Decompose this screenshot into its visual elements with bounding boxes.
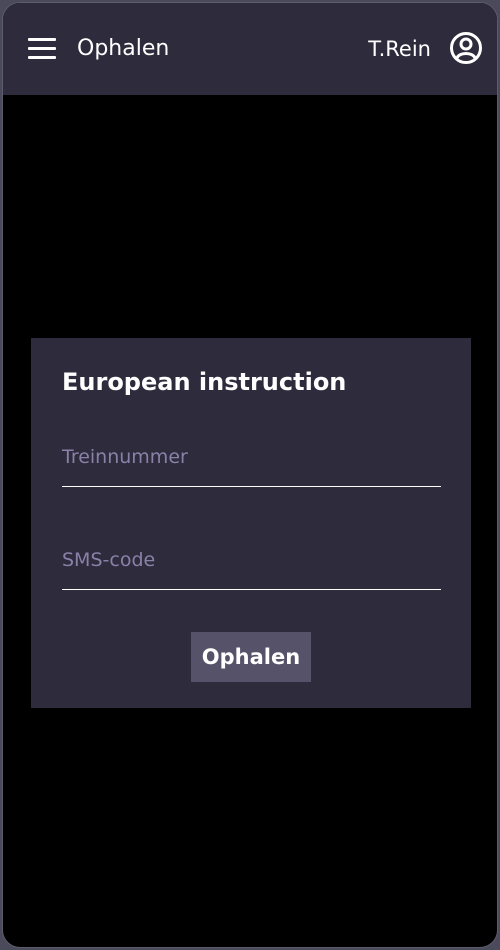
- hamburger-menu-icon[interactable]: [28, 38, 58, 62]
- user-circle-icon[interactable]: [449, 31, 483, 65]
- european-instruction-card: European instruction Ophalen: [31, 338, 471, 708]
- card-title: European instruction: [62, 368, 347, 396]
- train-number-input[interactable]: [62, 428, 441, 486]
- top-app-bar: Ophalen T.Rein: [3, 3, 497, 95]
- train-number-field: [62, 428, 441, 487]
- user-name: T.Rein: [368, 37, 431, 61]
- sms-code-input[interactable]: [62, 531, 441, 589]
- sms-code-field: [62, 531, 441, 590]
- ophalen-button[interactable]: Ophalen: [191, 632, 311, 682]
- app-screen: Ophalen T.Rein European instruction Opha…: [2, 2, 498, 948]
- page-title: Ophalen: [77, 36, 170, 61]
